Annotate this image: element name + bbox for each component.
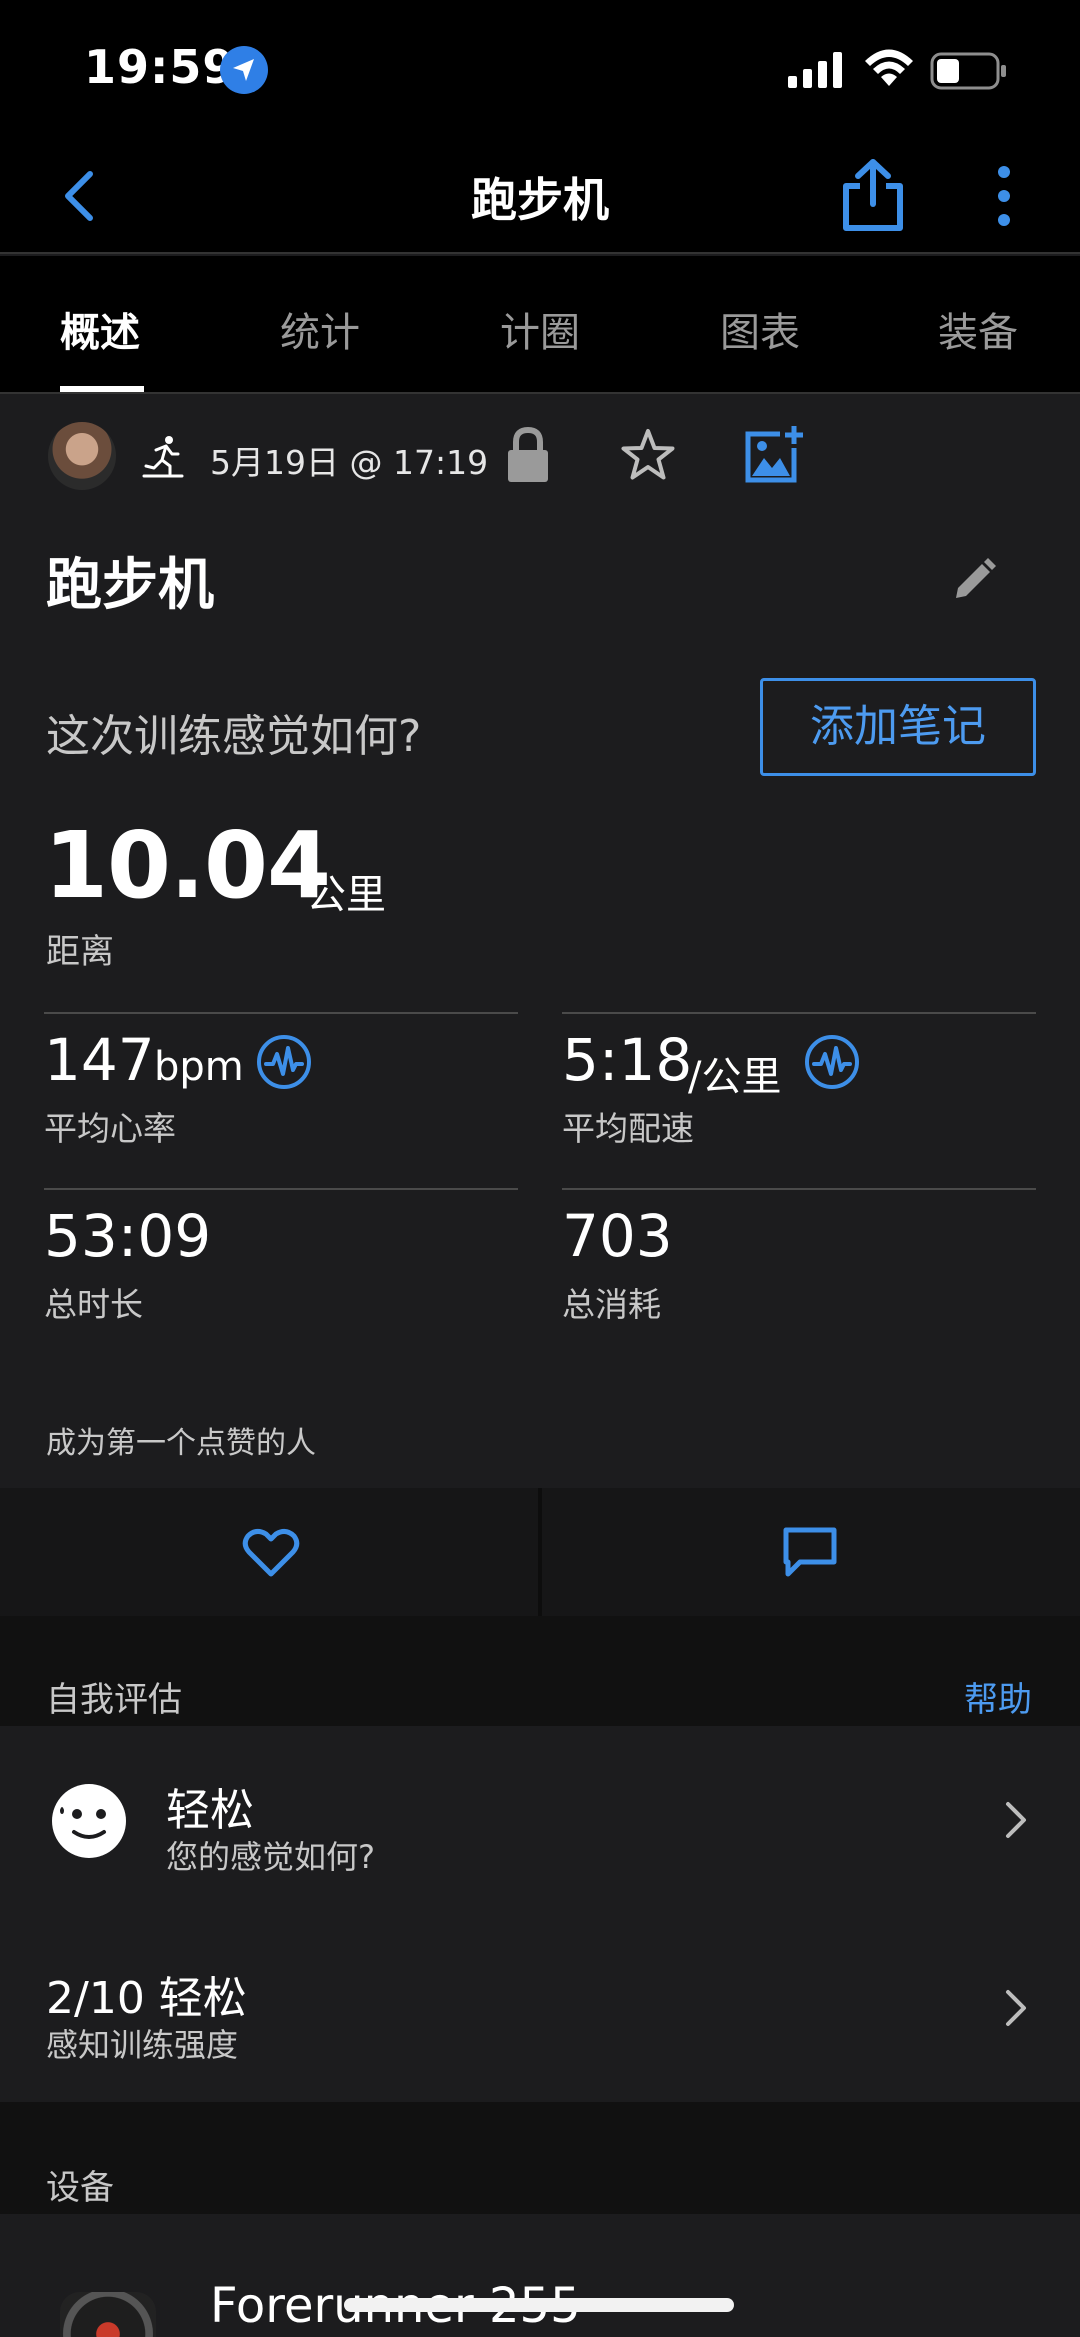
share-icon[interactable] (838, 158, 908, 232)
like-button[interactable] (0, 1488, 538, 1616)
comment-button[interactable] (542, 1488, 1080, 1616)
effort-subtitle: 感知训练强度 (46, 2026, 239, 2064)
location-icon (220, 46, 268, 94)
distance-value: 10.04 (44, 812, 331, 919)
calories-value: 703 (562, 1202, 673, 1270)
battery-icon (930, 52, 1006, 90)
activity-detail-screen: 19:59 跑步机 概述 统计 计圈 图表 装备 5月19日 @ 17:19 跑… (0, 0, 1080, 2337)
comment-icon (783, 1527, 837, 1577)
divider (562, 1188, 1036, 1190)
duration-value: 53:09 (44, 1202, 212, 1270)
navigation-bar: 跑步机 (0, 140, 1080, 254)
self-eval-header: 自我评估 (46, 1680, 182, 1720)
distance-unit: 公里 (306, 872, 386, 918)
lock-icon[interactable] (504, 426, 552, 484)
distance-label: 距离 (46, 932, 114, 972)
help-link[interactable]: 帮助 (964, 1672, 1032, 1721)
tab-laps[interactable]: 计圈 (500, 300, 580, 358)
pace-label: 平均配速 (562, 1109, 694, 1148)
feeling-subtitle: 您的感觉如何? (166, 1838, 375, 1876)
social-action-bar (0, 1488, 1080, 1616)
edit-pencil-icon[interactable] (950, 556, 998, 604)
device-header: 设备 (46, 2168, 114, 2208)
add-note-button[interactable]: 添加笔记 (760, 678, 1036, 776)
home-indicator[interactable] (344, 2298, 734, 2312)
chevron-right-icon[interactable] (1004, 1800, 1028, 1840)
feeling-title[interactable]: 轻松 (166, 1774, 254, 1838)
feel-question: 这次训练感觉如何? (46, 711, 422, 762)
tab-gear[interactable]: 装备 (938, 300, 1018, 358)
divider (44, 1012, 518, 1014)
status-time: 19:59 (84, 40, 236, 94)
tab-bar: 概述 统计 计圈 图表 装备 (0, 256, 1080, 394)
add-photo-icon[interactable] (744, 424, 804, 484)
effort-title[interactable]: 2/10 轻松 (46, 1962, 247, 2026)
kudos-prompt: 成为第一个点赞的人 (46, 1426, 316, 1461)
divider (562, 1012, 1036, 1014)
treadmill-run-icon (142, 436, 184, 478)
activity-date: 5月19日 @ 17:19 (210, 443, 489, 482)
activity-title: 跑步机 (46, 553, 214, 618)
page-title: 跑步机 (471, 173, 609, 227)
pace-value: 5:18 (562, 1026, 693, 1094)
wifi-icon (865, 49, 913, 86)
tab-overview[interactable]: 概述 (60, 300, 140, 358)
duration-label: 总时长 (44, 1285, 143, 1324)
smiley-sweat-icon[interactable] (50, 1782, 128, 1860)
heart-rate-monitor-icon (257, 1035, 311, 1089)
section-header-bg (0, 2102, 1080, 2214)
active-tab-indicator (60, 386, 144, 392)
signal-icon (788, 52, 842, 88)
tab-stats[interactable]: 统计 (280, 300, 360, 358)
heart-rate-value: 147 (44, 1026, 155, 1094)
tab-charts[interactable]: 图表 (720, 300, 800, 358)
watch-image (60, 2292, 156, 2337)
divider (44, 1188, 518, 1190)
heart-icon (242, 1528, 300, 1577)
chevron-right-icon[interactable] (1004, 1988, 1028, 2028)
heart-rate-label: 平均心率 (44, 1109, 176, 1148)
heart-rate-unit: bpm (154, 1044, 244, 1090)
heart-rate-monitor-icon (805, 1035, 859, 1089)
more-vertical-icon[interactable] (984, 164, 1024, 228)
pace-unit: /公里 (688, 1054, 782, 1100)
star-icon[interactable] (620, 428, 676, 482)
status-bar: 19:59 (0, 0, 1080, 140)
calories-label: 总消耗 (562, 1285, 661, 1324)
avatar[interactable] (48, 422, 116, 490)
activity-meta-row: 5月19日 @ 17:19 (0, 396, 1080, 516)
